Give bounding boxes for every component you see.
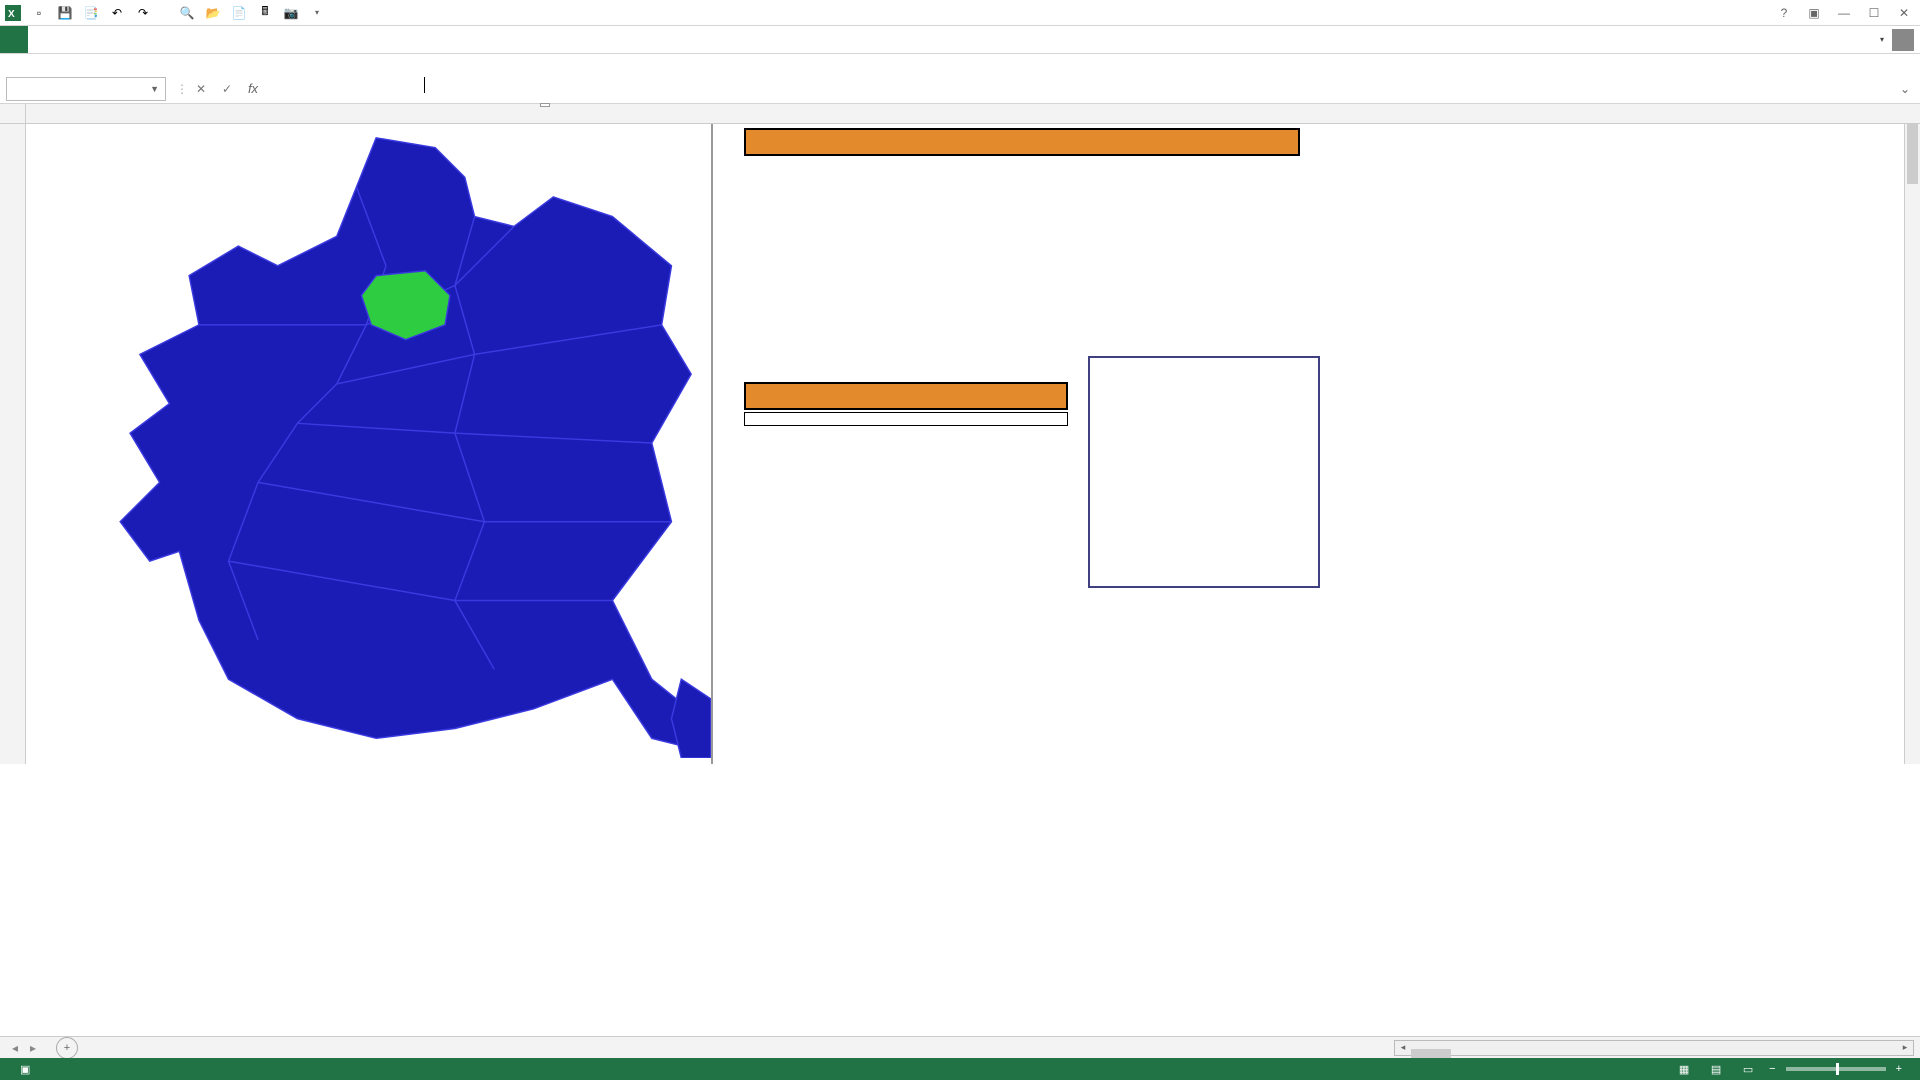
help-icon[interactable]: ?	[1772, 3, 1796, 23]
ribbon-display-icon[interactable]: ▣	[1802, 3, 1826, 23]
ribbon-tab-insertion[interactable]	[56, 26, 84, 53]
chevron-down-icon[interactable]: ▼	[150, 84, 159, 94]
qat-customize-icon[interactable]: ▾	[308, 4, 326, 22]
redo-icon[interactable]: ↷	[134, 4, 152, 22]
open-icon[interactable]: 📂	[204, 4, 222, 22]
expand-formula-icon[interactable]: ⌄	[1894, 78, 1916, 100]
row-headers	[0, 124, 26, 764]
camera-icon[interactable]: 📷	[282, 4, 300, 22]
calculator-icon[interactable]: 🖩	[256, 4, 274, 22]
status-bar: ▣ ▦ ▤ ▭ − +	[0, 1058, 1920, 1080]
selected-region-banner	[744, 382, 1068, 410]
ribbon-tab-developpeur[interactable]	[224, 26, 252, 53]
worksheet-canvas[interactable]	[26, 124, 1920, 764]
column-headers	[0, 104, 1920, 124]
excel-icon: X	[4, 4, 22, 22]
ribbon-tab-revision[interactable]	[168, 26, 196, 53]
formula-input[interactable]	[266, 77, 1894, 101]
fx-icon[interactable]: fx	[240, 77, 266, 101]
page-layout-view-icon[interactable]: ▤	[1705, 1060, 1727, 1078]
grid-area	[0, 124, 1920, 764]
undo-icon[interactable]: ↶	[108, 4, 126, 22]
horizontal-scrollbar[interactable]: ◂▸	[1394, 1040, 1914, 1056]
sheet-nav-prev-icon: ◂	[8, 1041, 22, 1055]
select-all-corner[interactable]	[0, 104, 26, 123]
zoom-slider[interactable]	[1786, 1067, 1886, 1071]
ribbon-tab-affichage[interactable]	[196, 26, 224, 53]
selected-region-panel	[744, 412, 1068, 426]
vertical-scrollbar[interactable]	[1904, 124, 1920, 764]
sheet-tab-bar: ◂ ▸ + ⋮ ◂▸	[0, 1036, 1920, 1058]
minimize-icon[interactable]: —	[1832, 3, 1856, 23]
pie-chart[interactable]	[1088, 356, 1320, 588]
formula-bar: ▼ ⋮ ✕ ✓ fx ⌄	[0, 74, 1920, 104]
ribbon-tab-donnees[interactable]	[140, 26, 168, 53]
maximize-icon[interactable]: ☐	[1862, 3, 1886, 23]
save-icon[interactable]: 💾	[56, 4, 74, 22]
cancel-icon[interactable]: ✕	[188, 77, 214, 101]
zoom-out-icon[interactable]: −	[1769, 1063, 1775, 1075]
sheet-nav[interactable]: ◂ ▸	[0, 1041, 48, 1055]
page-break-view-icon[interactable]: ▭	[1737, 1060, 1759, 1078]
print-preview-icon[interactable]: 🔍	[178, 4, 196, 22]
new-sheet-icon[interactable]: 📄	[230, 4, 248, 22]
name-box[interactable]: ▼	[6, 77, 166, 101]
ribbon-tab-accueil[interactable]	[28, 26, 56, 53]
quick-access-toolbar: X ▫ 💾 📑 ↶ ↷ 🔍 📂 📄 🖩 📷 ▾	[0, 4, 326, 22]
sheet-nav-next-icon: ▸	[26, 1041, 40, 1055]
svg-text:X: X	[8, 9, 15, 20]
save-as-icon[interactable]: 📑	[82, 4, 100, 22]
title-bar: X ▫ 💾 📑 ↶ ↷ 🔍 📂 📄 🖩 📷 ▾ ? ▣ — ☐ ✕	[0, 0, 1920, 26]
new-file-icon[interactable]: ▫	[30, 4, 48, 22]
divider	[711, 124, 713, 764]
tooltip	[540, 103, 550, 107]
user-dropdown-icon[interactable]: ▾	[1880, 35, 1884, 44]
close-icon[interactable]: ✕	[1892, 3, 1916, 23]
ribbon-tab-formules[interactable]	[112, 26, 140, 53]
ribbon-tab-file[interactable]	[0, 26, 28, 53]
avatar[interactable]	[1892, 29, 1914, 51]
enter-icon[interactable]: ✓	[214, 77, 240, 101]
ribbon-tabs: ▾	[0, 26, 1920, 54]
france-map[interactable]	[56, 128, 716, 758]
sales-title-banner	[744, 128, 1300, 156]
ribbon-tab-miseenpage[interactable]	[84, 26, 112, 53]
zoom-in-icon[interactable]: +	[1896, 1063, 1902, 1075]
add-sheet-button[interactable]: +	[56, 1037, 78, 1059]
macro-record-icon[interactable]: ▣	[20, 1063, 30, 1076]
normal-view-icon[interactable]: ▦	[1673, 1060, 1695, 1078]
